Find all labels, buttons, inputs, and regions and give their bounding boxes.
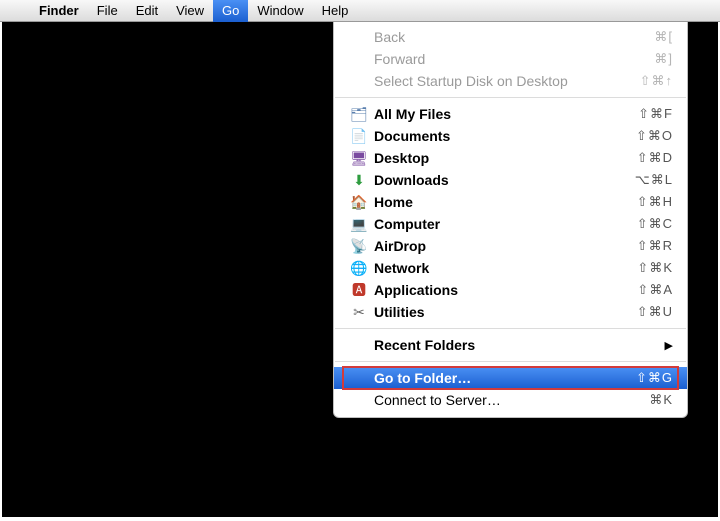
menubar-item-edit[interactable]: Edit: [127, 0, 167, 22]
allfiles-icon: 🗂: [350, 106, 368, 122]
menu-item-label: Recent Folders: [374, 337, 659, 353]
menu-item-shortcut: ⇧⌘R: [637, 238, 673, 254]
menu-item-shortcut: ⌥⌘L: [635, 172, 673, 188]
menu-item-shortcut: ⇧⌘U: [637, 304, 673, 320]
menu-item-select-startup-disk: Select Startup Disk on Desktop ⇧⌘↑: [334, 70, 687, 92]
submenu-arrow-icon: ▶: [665, 339, 673, 352]
menu-item-desktop[interactable]: 🖥 Desktop ⇧⌘D: [334, 147, 687, 169]
menubar-item-help[interactable]: Help: [313, 0, 358, 22]
menubar-item-window[interactable]: Window: [248, 0, 312, 22]
menu-item-all-my-files[interactable]: 🗂 All My Files ⇧⌘F: [334, 103, 687, 125]
menu-item-home[interactable]: 🏠 Home ⇧⌘H: [334, 191, 687, 213]
network-icon: 🌐: [350, 260, 368, 276]
menu-item-forward: Forward ⌘]: [334, 48, 687, 70]
menu-item-shortcut: ⇧⌘C: [637, 216, 673, 232]
menu-item-label: Computer: [374, 216, 637, 232]
menu-item-label: Connect to Server…: [374, 392, 649, 408]
menu-item-label: Utilities: [374, 304, 637, 320]
go-menu-dropdown: Back ⌘[ Forward ⌘] Select Startup Disk o…: [333, 22, 688, 418]
menu-item-shortcut: ⇧⌘A: [637, 282, 673, 298]
menu-item-shortcut: ⇧⌘D: [637, 150, 673, 166]
menu-item-shortcut: ⌘[: [654, 29, 673, 45]
menu-item-shortcut: ⇧⌘F: [638, 106, 673, 122]
menu-item-computer[interactable]: 💻 Computer ⇧⌘C: [334, 213, 687, 235]
menu-item-shortcut: ⇧⌘O: [636, 128, 673, 144]
menu-item-shortcut: ⇧⌘H: [637, 194, 673, 210]
menu-item-label: Documents: [374, 128, 636, 144]
menu-item-utilities[interactable]: ✂ Utilities ⇧⌘U: [334, 301, 687, 323]
menu-item-shortcut: ⇧⌘K: [637, 260, 673, 276]
desktop-icon: 🖥: [350, 150, 368, 166]
utilities-icon: ✂: [350, 304, 368, 320]
applications-icon: 🅰: [350, 282, 368, 298]
menu-separator: [335, 361, 686, 362]
menu-separator: [335, 97, 686, 98]
home-icon: 🏠: [350, 194, 368, 210]
menubar: Finder File Edit View Go Window Help: [0, 0, 720, 22]
menu-item-label: Home: [374, 194, 637, 210]
menubar-item-file[interactable]: File: [88, 0, 127, 22]
downloads-icon: ⬇: [350, 172, 368, 188]
menu-item-downloads[interactable]: ⬇ Downloads ⌥⌘L: [334, 169, 687, 191]
menu-item-recent-folders[interactable]: Recent Folders ▶: [334, 334, 687, 356]
menu-item-label: AirDrop: [374, 238, 637, 254]
menu-item-back: Back ⌘[: [334, 26, 687, 48]
menu-item-applications[interactable]: 🅰 Applications ⇧⌘A: [334, 279, 687, 301]
menu-item-label: Go to Folder…: [374, 370, 636, 386]
menu-item-shortcut: ⌘]: [654, 51, 673, 67]
menu-item-shortcut: ⇧⌘G: [636, 370, 673, 386]
menubar-item-go[interactable]: Go: [213, 0, 248, 22]
menu-item-label: Back: [374, 29, 654, 45]
menu-item-go-to-folder[interactable]: Go to Folder… ⇧⌘G: [334, 367, 687, 389]
menu-item-label: Network: [374, 260, 637, 276]
documents-icon: 📄: [350, 128, 368, 144]
airdrop-icon: 📡: [350, 238, 368, 254]
menu-item-connect-to-server[interactable]: Connect to Server… ⌘K: [334, 389, 687, 411]
menubar-item-view[interactable]: View: [167, 0, 213, 22]
menu-item-label: Downloads: [374, 172, 635, 188]
menu-item-label: Select Startup Disk on Desktop: [374, 73, 640, 89]
menu-item-network[interactable]: 🌐 Network ⇧⌘K: [334, 257, 687, 279]
menu-item-label: Desktop: [374, 150, 637, 166]
desktop: Back ⌘[ Forward ⌘] Select Startup Disk o…: [2, 22, 718, 517]
menu-separator: [335, 328, 686, 329]
menu-item-shortcut: ⌘K: [649, 392, 673, 408]
menu-item-documents[interactable]: 📄 Documents ⇧⌘O: [334, 125, 687, 147]
menu-item-label: Applications: [374, 282, 637, 298]
computer-icon: 💻: [350, 216, 368, 232]
menu-item-airdrop[interactable]: 📡 AirDrop ⇧⌘R: [334, 235, 687, 257]
menu-item-label: All My Files: [374, 106, 638, 122]
menu-item-shortcut: ⇧⌘↑: [640, 73, 673, 89]
menu-item-label: Forward: [374, 51, 654, 67]
menubar-app-name[interactable]: Finder: [30, 0, 88, 22]
